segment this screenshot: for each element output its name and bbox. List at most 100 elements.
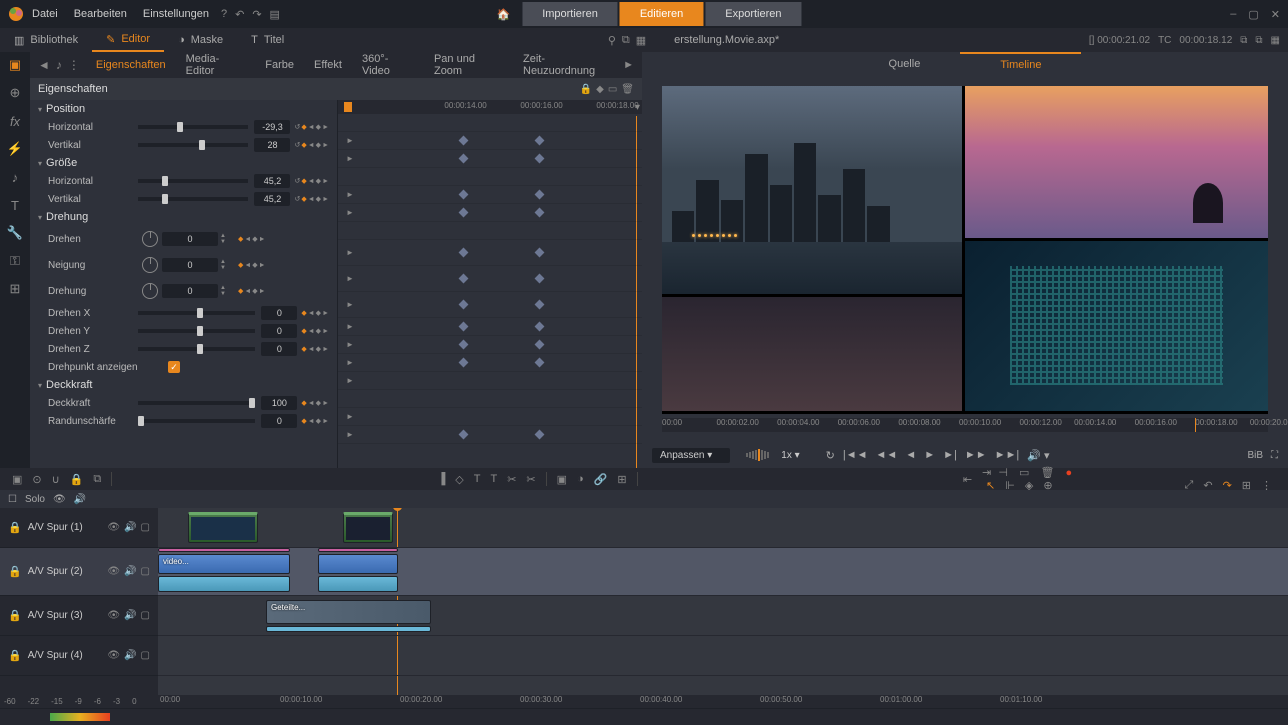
ph-key-icon[interactable]: ◆ (596, 84, 604, 95)
ph-image-icon[interactable]: ▭ (608, 84, 617, 95)
pip-label[interactable]: BiB (1247, 450, 1263, 461)
clip-t1-b[interactable] (343, 512, 393, 543)
tl-in-icon[interactable]: ⇤ (959, 473, 976, 486)
solo-eye-icon[interactable]: 👁 (53, 494, 66, 505)
edit-button[interactable]: Editieren (620, 2, 703, 26)
video360-tab[interactable]: 360°-Video (352, 53, 424, 77)
tl-out-icon[interactable]: ⇥ ⊣ ▭ 🗑 ● ↖ ⊩ ◈ ⊕ ⤢ ↶ ↷ ⊞ ⋮ (978, 466, 1280, 492)
value-blur[interactable]: 0 (261, 414, 297, 428)
slider-size-v[interactable] (138, 197, 248, 201)
value-rotation[interactable]: 0 (162, 284, 218, 298)
track-speaker-icon[interactable]: 🔊 (124, 522, 136, 533)
tl-zoom-icon[interactable]: ▣ (8, 473, 26, 486)
tool-global-icon[interactable]: ⊕ (6, 84, 24, 102)
track-header-3[interactable]: 🔒A/V Spur (3)👁🔊▢ (0, 596, 158, 636)
maximize-icon[interactable]: ▢ (1248, 8, 1258, 21)
slider-blur[interactable] (138, 419, 255, 423)
effect-tab[interactable]: Effekt (304, 59, 352, 71)
section-position[interactable]: Position (30, 100, 337, 118)
tc-panel-icon[interactable]: ⧉ (1240, 35, 1247, 46)
mask-tab[interactable]: ◑Maske (164, 28, 237, 52)
section-size[interactable]: Größe (30, 154, 337, 172)
media-editor-tab[interactable]: Media-Editor (176, 53, 256, 77)
kf-range-start[interactable] (344, 102, 352, 112)
slider-size-h[interactable] (138, 179, 248, 183)
source-tab[interactable]: Quelle (849, 52, 961, 76)
title-tab[interactable]: TTitel (237, 28, 298, 52)
rotary-tilt[interactable] (142, 257, 158, 273)
keyframe-ruler[interactable]: 00:00:14.00 00:00:16.00 00:00:18.00 ▾ (338, 100, 642, 114)
clip-t1-a[interactable] (188, 512, 258, 543)
kf-reset-icon[interactable]: ↺ (294, 123, 300, 131)
clip-t2-a[interactable]: video... (158, 554, 290, 574)
et-music-icon[interactable]: ♪ (56, 58, 62, 72)
ph-lock-icon[interactable]: 🔒 (580, 84, 592, 95)
tc-expand-icon[interactable]: ▦ (1271, 35, 1280, 46)
value-rotate[interactable]: 0 (162, 232, 218, 246)
import-button[interactable]: Importieren (522, 2, 618, 26)
section-rotation[interactable]: Drehung (30, 208, 337, 226)
prev-frame-icon[interactable]: ◄◄ (874, 447, 900, 463)
kf-play-icon[interactable]: ► (346, 136, 354, 145)
menu-settings[interactable]: Einstellungen (143, 8, 209, 20)
time-reorder-tab[interactable]: Zeit-Neuzuordnung (513, 53, 623, 77)
goto-start-icon[interactable]: |◄◄ (841, 447, 870, 463)
tracks-content[interactable]: video... Geteilte... (158, 508, 1288, 695)
volume-icon[interactable]: 🔊 ▾ (1025, 447, 1051, 464)
clip-t2-b[interactable] (318, 554, 398, 574)
preview-screen[interactable]: 00:00 00:00:02.00 00:00:04.00 00:00:06.0… (642, 76, 1288, 442)
track-lock-icon[interactable]: 🔒 (8, 521, 22, 534)
properties-list[interactable]: Position Horizontal-29,3↺◆◄◆► Vertikal28… (30, 100, 338, 468)
play-icon[interactable]: ► (922, 447, 937, 463)
clip-t3-audio[interactable] (266, 626, 431, 632)
checkbox-show-pivot[interactable]: ✓ (168, 361, 180, 373)
track-eye-icon[interactable]: 👁 (107, 522, 120, 533)
tl-sq1-icon[interactable]: ▣ (553, 473, 571, 486)
tl-trim-icon[interactable]: ⊣ (994, 467, 1012, 479)
track-sq-icon[interactable]: ▢ (141, 522, 150, 533)
tl-marker-icon[interactable]: ◇ (451, 473, 467, 486)
kf-prev-icon[interactable]: ◄ (308, 124, 315, 131)
value-pos-h[interactable]: -29,3 (254, 120, 290, 134)
close-icon[interactable]: ✕ (1271, 8, 1280, 21)
preview-ruler[interactable]: 00:00 00:00:02.00 00:00:04.00 00:00:06.0… (662, 418, 1268, 432)
tl-sq2-icon[interactable]: ◑ (573, 473, 588, 485)
menu-edit[interactable]: Bearbeiten (74, 8, 127, 20)
value-size-h[interactable]: 45,2 (254, 174, 290, 188)
slider-rot-z[interactable] (138, 347, 255, 351)
clip-t3[interactable]: Geteilte... (266, 600, 431, 624)
fullscreen-icon[interactable]: ⛶ (1271, 450, 1278, 461)
loop-icon[interactable]: ↻ (824, 447, 837, 464)
tool-wrench-icon[interactable]: 🔧 (6, 224, 24, 242)
tool-grid-icon[interactable]: ⊞ (6, 280, 24, 298)
tl-dup-icon[interactable]: ⧉ (89, 473, 105, 486)
tl-link-icon[interactable]: 🔗 (590, 473, 612, 486)
tl-text2-icon[interactable]: T (486, 473, 501, 485)
preview-playhead[interactable] (1195, 418, 1196, 432)
rotary-rotation[interactable] (142, 283, 158, 299)
tool-key-icon[interactable]: ⚿ (6, 252, 24, 270)
section-opacity[interactable]: Deckkraft (30, 376, 337, 394)
value-tilt[interactable]: 0 (162, 258, 218, 272)
value-rot-x[interactable]: 0 (261, 306, 297, 320)
tl-rec-icon[interactable]: ● (1061, 467, 1076, 479)
library-tab[interactable]: ▥Bibliothek (0, 28, 92, 52)
step-fwd-icon[interactable]: ►| (941, 447, 959, 463)
track-header-4[interactable]: 🔒A/V Spur (4)👁🔊▢ (0, 636, 158, 676)
kf-toggle-icon[interactable]: ◆ (301, 123, 306, 131)
et-forward-icon[interactable]: ► (623, 59, 634, 71)
kf-add-icon[interactable]: ◆ (316, 123, 321, 131)
tool-text-icon[interactable]: T (6, 196, 24, 214)
bottom-ruler[interactable]: -60-22-15-9-6-30 00:00 00:00:10.00 00:00… (0, 695, 1288, 709)
slider-pos-v[interactable] (138, 143, 248, 147)
tl-cut-icon[interactable]: ✂ (522, 473, 539, 486)
tl-razor-icon[interactable]: ✂ (503, 473, 520, 486)
step-back-icon[interactable]: ◄ (903, 447, 918, 463)
keyframe-timeline[interactable]: 00:00:14.00 00:00:16.00 00:00:18.00 ▾ ► … (338, 100, 642, 468)
slider-pos-h[interactable] (138, 125, 248, 129)
tool-fx-icon[interactable]: fx (6, 112, 24, 130)
help-icon[interactable]: ? (221, 8, 227, 21)
properties-tab[interactable]: Eigenschaften (86, 59, 176, 71)
tl-trash-icon[interactable]: 🗑 (1036, 467, 1058, 479)
et-more-icon[interactable]: ⋮ (68, 58, 80, 72)
